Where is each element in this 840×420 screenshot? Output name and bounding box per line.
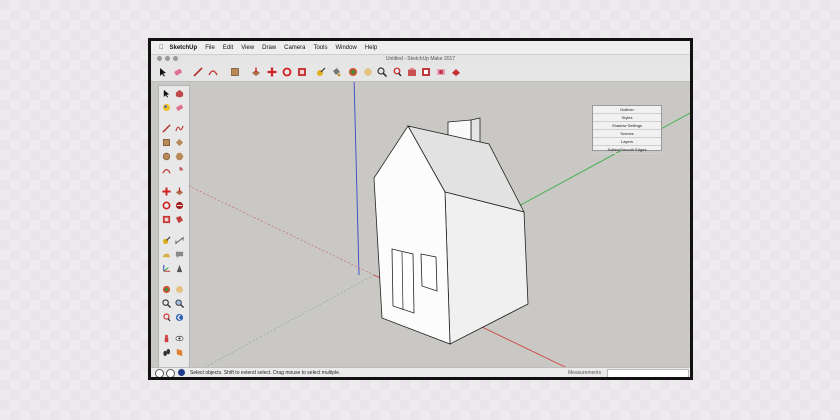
menu-bar:  SketchUp File Edit View Draw Camera To…: [151, 41, 690, 55]
house-window: [420, 253, 438, 292]
zoom-extents-icon[interactable]: [392, 67, 402, 77]
paint-bucket-icon[interactable]: [331, 67, 341, 77]
circle-icon[interactable]: [162, 152, 171, 161]
tray-layers[interactable]: Layers: [593, 138, 661, 146]
tray-styles[interactable]: Styles: [593, 114, 661, 122]
arc-icon[interactable]: [162, 166, 171, 175]
scale-icon[interactable]: [162, 215, 171, 224]
geo-location-icon[interactable]: [155, 369, 164, 377]
menu-draw[interactable]: Draw: [262, 45, 276, 51]
tape-measure-icon[interactable]: [316, 67, 326, 77]
line-icon[interactable]: [162, 124, 171, 133]
arc-icon[interactable]: [208, 67, 218, 77]
menu-app-name[interactable]: SketchUp: [170, 45, 198, 51]
tape-measure-icon[interactable]: [162, 236, 171, 245]
menu-view[interactable]: View: [241, 45, 254, 51]
screenshot-frame:  SketchUp File Edit View Draw Camera To…: [148, 38, 693, 380]
look-around-icon[interactable]: [175, 334, 184, 343]
tray-soften-smooth-edges[interactable]: Soften/Smooth Edges: [593, 146, 661, 154]
3d-warehouse-icon[interactable]: [407, 67, 417, 77]
default-tray-panel: Outliner Styles Shadow Settings Scenes L…: [592, 105, 662, 154]
tray-shadow-settings[interactable]: Shadow Settings: [593, 122, 661, 130]
eraser-icon[interactable]: [173, 67, 183, 77]
zoom-window-button[interactable]: [173, 56, 178, 61]
menu-tools[interactable]: Tools: [313, 45, 327, 51]
rotate-icon[interactable]: [282, 67, 292, 77]
pie-icon[interactable]: [175, 166, 184, 175]
menu-camera[interactable]: Camera: [284, 45, 305, 51]
window-controls: [157, 56, 178, 61]
rectangle-icon[interactable]: [162, 138, 171, 147]
push-pull-icon[interactable]: [175, 187, 184, 196]
pan-icon[interactable]: [363, 67, 373, 77]
house-model[interactable]: [373, 117, 529, 345]
status-bar: Select objects. Shift to extend select. …: [151, 367, 690, 377]
close-window-button[interactable]: [157, 56, 162, 61]
position-camera-icon[interactable]: [162, 334, 171, 343]
sketchup-window:  SketchUp File Edit View Draw Camera To…: [151, 41, 690, 377]
dimension-icon[interactable]: [175, 236, 184, 245]
measurements-box[interactable]: [607, 369, 689, 377]
blue-axis: [353, 82, 360, 276]
text-icon[interactable]: [175, 250, 184, 259]
rotated-rectangle-icon[interactable]: [175, 138, 184, 147]
paint-icon[interactable]: [162, 103, 171, 112]
orbit-icon[interactable]: [162, 285, 171, 294]
menu-edit[interactable]: Edit: [223, 45, 233, 51]
section-plane-icon[interactable]: [175, 348, 184, 357]
freehand-icon[interactable]: [175, 124, 184, 133]
zoom-extents-icon[interactable]: [162, 313, 171, 322]
orbit-icon[interactable]: [348, 67, 358, 77]
walk-icon[interactable]: [162, 348, 171, 357]
minimize-window-button[interactable]: [165, 56, 170, 61]
select-icon[interactable]: [162, 89, 171, 98]
move-icon[interactable]: [162, 187, 171, 196]
menu-file[interactable]: File: [205, 45, 215, 51]
pan-icon[interactable]: [175, 285, 184, 294]
menu-help[interactable]: Help: [365, 45, 377, 51]
offset-icon[interactable]: [175, 215, 184, 224]
zoom-icon[interactable]: [162, 299, 171, 308]
axes-icon[interactable]: [162, 264, 171, 273]
window-title: Untitled - SketchUp Make 2017: [151, 55, 690, 64]
polygon-icon[interactable]: [175, 152, 184, 161]
credits-icon[interactable]: [166, 369, 175, 377]
eraser-icon[interactable]: [175, 103, 184, 112]
menu-window[interactable]: Window: [335, 45, 356, 51]
red-axis-dotted: [189, 185, 375, 276]
apple-menu-icon[interactable]: : [159, 45, 164, 51]
protractor-icon[interactable]: [162, 250, 171, 259]
previous-icon[interactable]: [175, 313, 184, 322]
line-icon[interactable]: [193, 67, 203, 77]
green-axis-dotted: [204, 274, 375, 367]
house-side-wall: [444, 191, 529, 345]
move-icon[interactable]: [267, 67, 277, 77]
follow-me-icon[interactable]: [175, 201, 184, 210]
status-message: Select objects. Shift to extend select. …: [190, 370, 341, 376]
instructor-icon[interactable]: [178, 369, 185, 376]
shape-icon[interactable]: [230, 67, 240, 77]
extension-warehouse-icon[interactable]: [421, 67, 431, 77]
zoom-window-icon[interactable]: [175, 299, 184, 308]
send-to-layout-icon[interactable]: [436, 67, 446, 77]
component-icon[interactable]: [175, 89, 184, 98]
main-toolbar: [151, 64, 690, 82]
push-pull-icon[interactable]: [251, 67, 261, 77]
tray-scenes[interactable]: Scenes: [593, 130, 661, 138]
measurements-label: Measurements: [568, 370, 602, 376]
scale-icon[interactable]: [297, 67, 307, 77]
select-icon[interactable]: [158, 67, 168, 77]
left-toolbar: [158, 85, 190, 369]
tray-outliner[interactable]: Outliner: [593, 106, 661, 114]
extension-manager-icon[interactable]: [451, 67, 461, 77]
zoom-icon[interactable]: [377, 67, 387, 77]
3d-text-icon[interactable]: [175, 264, 184, 273]
rotate-icon[interactable]: [162, 201, 171, 210]
